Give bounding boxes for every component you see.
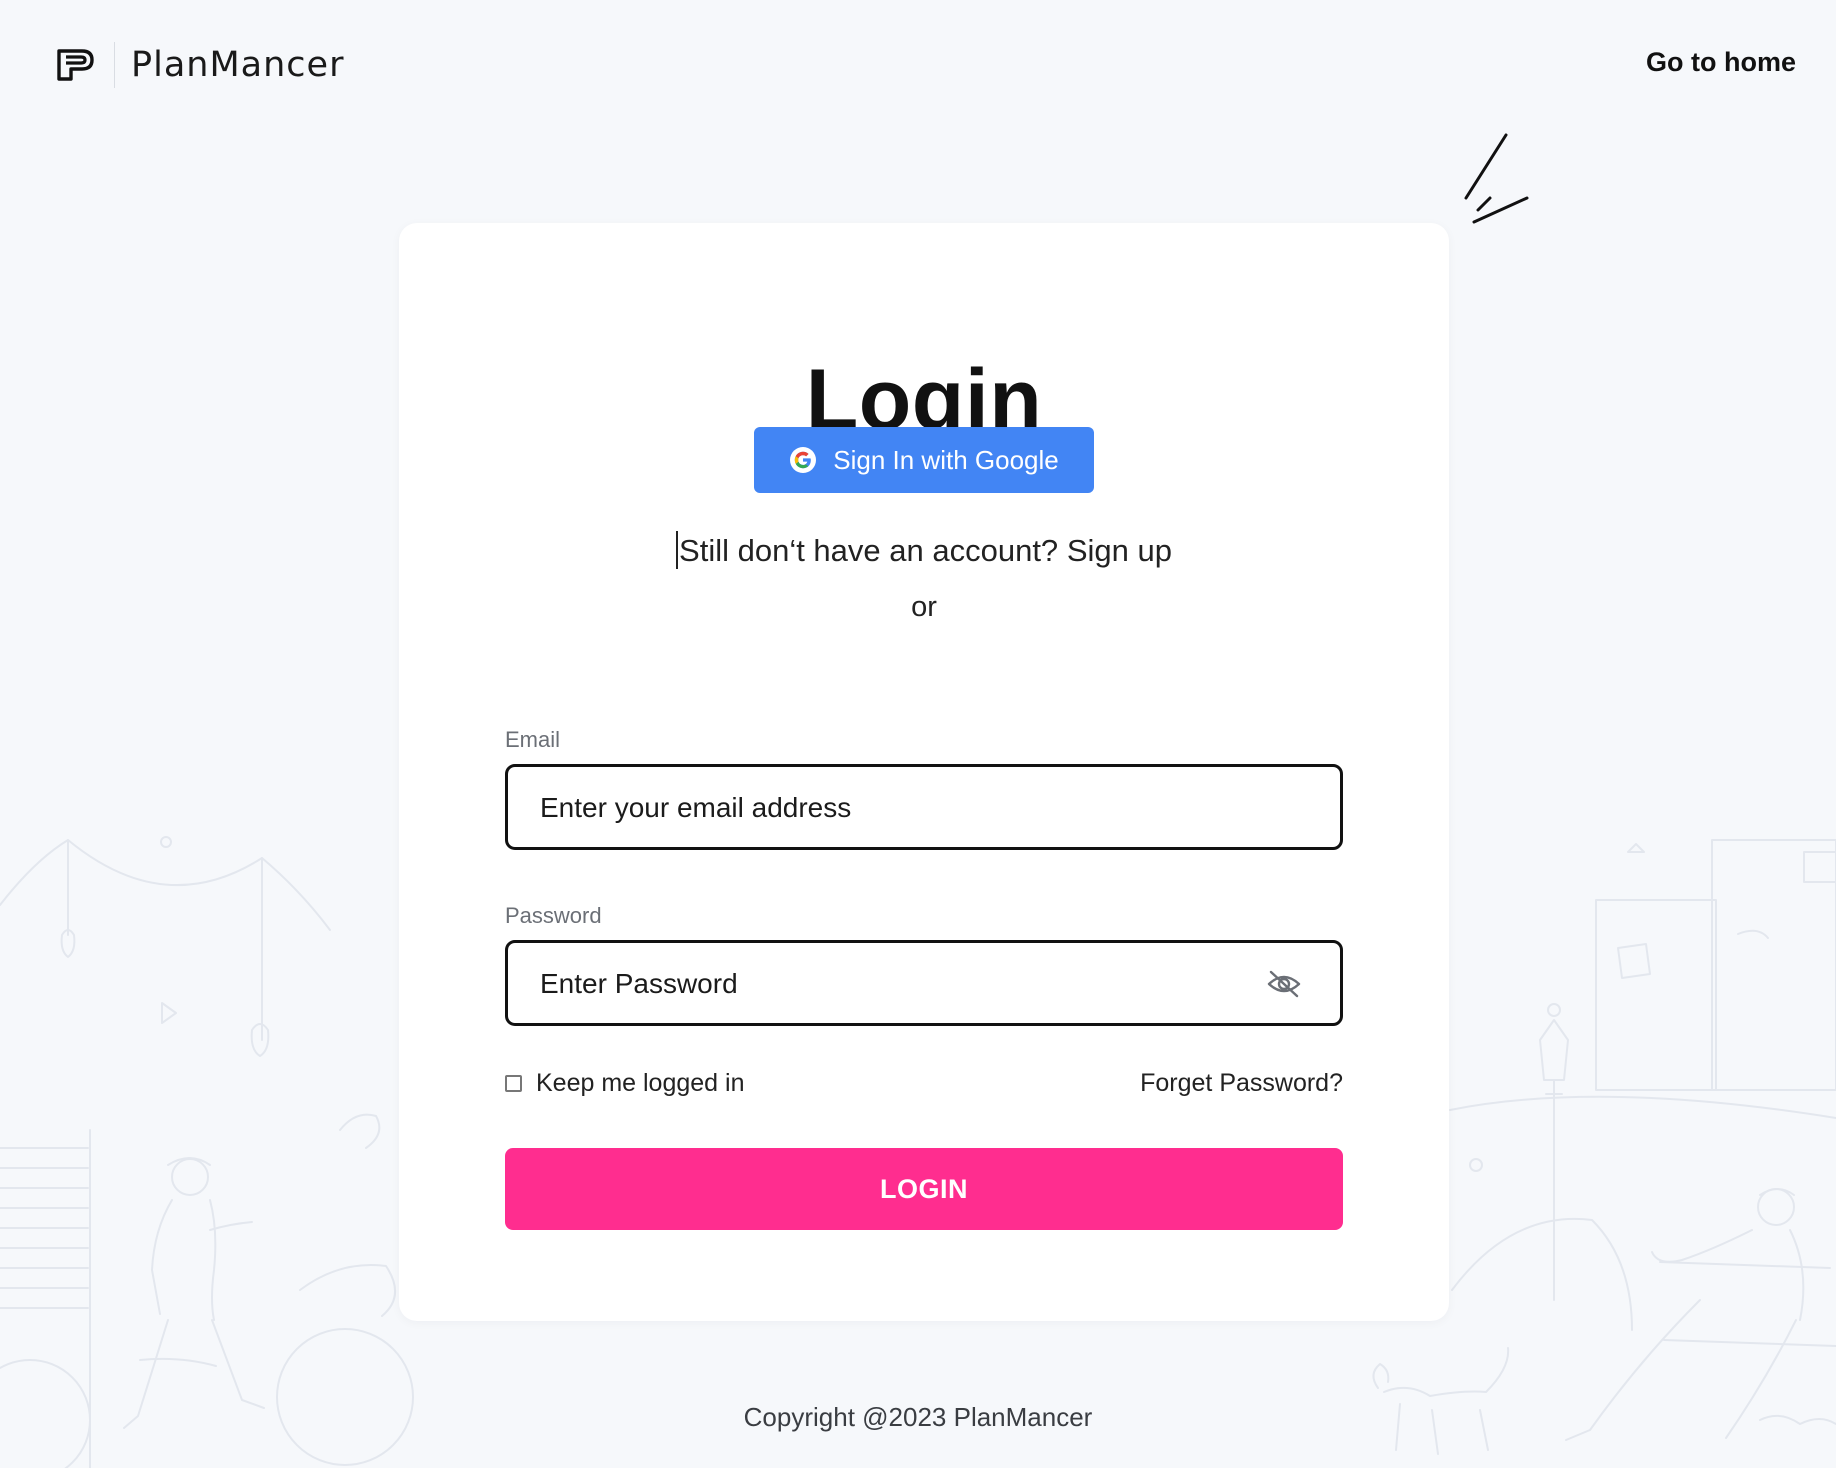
password-field-wrapper bbox=[505, 940, 1343, 1026]
text-cursor bbox=[676, 531, 679, 569]
brand-divider bbox=[114, 42, 115, 88]
go-to-home-link[interactable]: Go to home bbox=[1646, 47, 1796, 78]
password-input[interactable] bbox=[538, 943, 1262, 1025]
password-label: Password bbox=[505, 903, 602, 928]
signup-prompt-text: Still don‘t have an account? bbox=[679, 533, 1059, 568]
sign-up-link[interactable]: Sign up bbox=[1067, 533, 1172, 568]
keep-logged-in-label: Keep me logged in bbox=[536, 1069, 745, 1097]
email-field-wrapper bbox=[505, 764, 1343, 850]
forgot-password-link[interactable]: Forget Password? bbox=[1140, 1069, 1343, 1098]
google-sign-in-label: Sign In with Google bbox=[833, 444, 1059, 475]
login-card: Login Sign In with Google Still don‘t ha… bbox=[399, 223, 1449, 1321]
google-sign-in-button[interactable]: Sign In with Google bbox=[754, 427, 1094, 493]
top-header: PlanMancer Go to home bbox=[0, 0, 1836, 130]
brand-name: PlanMancer bbox=[131, 45, 345, 85]
email-input[interactable] bbox=[538, 767, 1262, 849]
or-separator: or bbox=[911, 591, 937, 623]
login-button[interactable]: LOGIN bbox=[505, 1148, 1343, 1230]
email-label: Email bbox=[505, 727, 561, 752]
keep-logged-in-checkbox[interactable] bbox=[505, 1075, 522, 1092]
eye-slash-icon[interactable] bbox=[1266, 968, 1302, 1000]
signup-prompt: Still don‘t have an account? Sign up bbox=[399, 531, 1449, 569]
planmancer-logo-icon bbox=[57, 49, 94, 81]
keep-logged-in[interactable]: Keep me logged in bbox=[505, 1069, 744, 1098]
google-g-icon bbox=[790, 447, 817, 473]
brand[interactable]: PlanMancer bbox=[56, 42, 344, 88]
footer-copyright: Copyright @2023 PlanMancer bbox=[743, 1402, 1093, 1432]
